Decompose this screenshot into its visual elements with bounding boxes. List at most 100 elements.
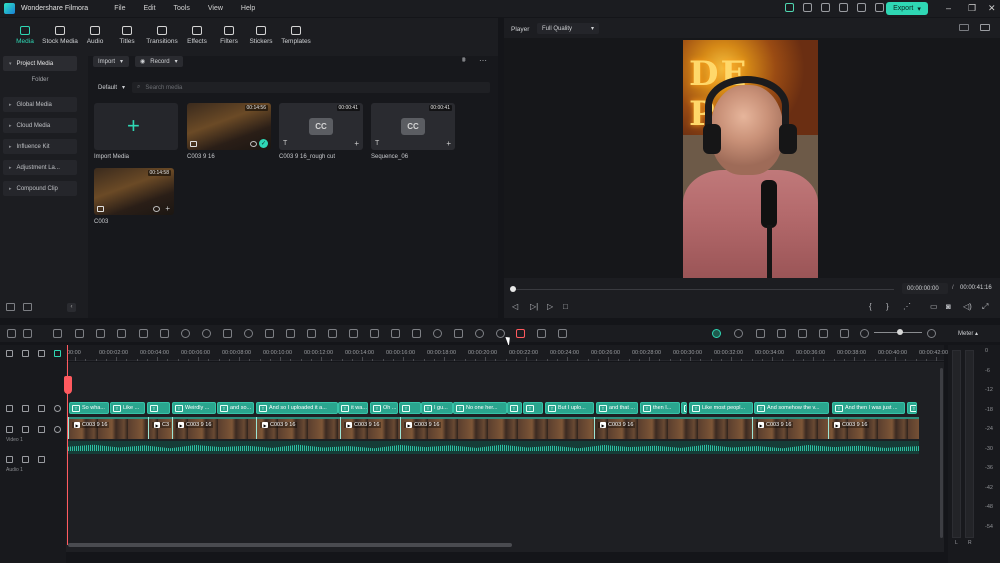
record-dropdown[interactable]: ◉ Record ▾ xyxy=(135,56,183,67)
ai-edit-icon[interactable] xyxy=(496,329,505,338)
ai-voice-icon[interactable] xyxy=(840,329,849,338)
speaker-icon[interactable] xyxy=(38,405,45,412)
video-clip[interactable]: ▶ C003 9 16 xyxy=(752,417,828,439)
title-clip[interactable]: T xyxy=(523,402,543,414)
sidebar-item-cloud-media[interactable]: ▸ Cloud Media xyxy=(3,118,77,133)
video-clip[interactable]: ▶ C003 9 16 xyxy=(256,417,340,439)
play-icon[interactable]: ▷ xyxy=(547,302,553,311)
stop-icon[interactable]: □ xyxy=(563,302,568,311)
title-clip[interactable]: Tand that ... xyxy=(596,402,638,414)
tab-stock-media[interactable]: Stock Media xyxy=(42,18,78,52)
add-track-icon[interactable] xyxy=(6,350,13,357)
render-preview-icon[interactable]: ⋰ xyxy=(903,302,911,311)
auto-ripple-icon[interactable] xyxy=(712,329,721,338)
zoom-out-icon[interactable] xyxy=(860,329,869,338)
media-card-c003-9-16[interactable]: 00:14:56 ✓ C003 9 16 xyxy=(187,103,271,160)
share-icon[interactable] xyxy=(821,3,830,12)
cloud-icon[interactable] xyxy=(875,3,884,12)
audio-track-strip[interactable] xyxy=(68,441,919,454)
title-clip[interactable]: Tthen I... xyxy=(640,402,680,414)
group-icon[interactable] xyxy=(537,329,546,338)
timeline-tracks[interactable] xyxy=(66,362,944,552)
video-clip[interactable]: ▶ C003 9 16 xyxy=(828,417,919,439)
add-to-timeline-icon[interactable]: + xyxy=(354,139,359,148)
zoom-slider-knob[interactable] xyxy=(897,329,903,335)
link-icon[interactable] xyxy=(558,329,567,338)
video-clip[interactable]: ▶ C003 9 16 xyxy=(340,417,400,439)
volume-icon[interactable]: ◁) xyxy=(963,302,972,311)
close-icon[interactable]: ✕ xyxy=(988,3,996,14)
ai-cutout-icon[interactable] xyxy=(412,329,421,338)
more-icon[interactable]: ⋯ xyxy=(479,56,487,65)
quality-dropdown[interactable]: Full Quality ▾ xyxy=(537,23,599,34)
tab-filters[interactable]: Filters xyxy=(214,18,244,52)
tab-templates[interactable]: Templates xyxy=(278,18,314,52)
horizontal-scrollbar[interactable] xyxy=(68,543,512,547)
freeze-frame-icon[interactable] xyxy=(328,329,337,338)
lightbulb-icon[interactable] xyxy=(803,3,812,12)
video-clip[interactable]: ▶ C003 9 16 xyxy=(400,417,594,439)
new-folder-icon[interactable] xyxy=(6,303,15,311)
media-card-sequence-06[interactable]: 00:00:41 CC T + Sequence_06 xyxy=(371,103,455,160)
minimize-icon[interactable]: – xyxy=(946,3,951,13)
restore-icon[interactable]: ❐ xyxy=(968,3,976,14)
sidebar-item-influence-kit[interactable]: ▸ Influence Kit xyxy=(3,139,77,154)
title-clip[interactable]: T No one her... xyxy=(453,402,507,414)
effects-icon[interactable] xyxy=(265,329,274,338)
title-clip[interactable]: T Oh ... xyxy=(370,402,398,414)
mask-icon[interactable] xyxy=(370,329,379,338)
snapshot-layout-icon[interactable] xyxy=(959,24,969,31)
video-clip[interactable]: ▶ C003 9 16 xyxy=(594,417,752,439)
split-scissors-icon[interactable] xyxy=(117,329,126,338)
folder-icon[interactable] xyxy=(23,303,32,311)
undo-icon[interactable] xyxy=(53,329,62,338)
display-icon[interactable]: ▭ xyxy=(930,302,938,311)
picture-in-picture-icon[interactable] xyxy=(819,329,828,338)
title-clip[interactable]: T And somehow the v... xyxy=(754,402,829,414)
video-clip[interactable]: ▶ C003 9 16 xyxy=(172,417,256,439)
title-clip[interactable]: T And so I uploaded it a... xyxy=(256,402,338,414)
gift-icon[interactable] xyxy=(785,3,794,12)
download-icon[interactable] xyxy=(857,3,866,12)
vertical-scrollbar[interactable] xyxy=(940,368,943,538)
tab-titles[interactable]: Titles xyxy=(112,18,142,52)
monitor-icon[interactable] xyxy=(839,3,848,12)
select-tool-icon[interactable] xyxy=(23,329,32,338)
video-clip[interactable]: ▶ C3 xyxy=(148,417,172,439)
title-clip[interactable]: T xyxy=(399,402,421,414)
mark-in-icon[interactable]: { xyxy=(869,302,872,311)
playhead-line[interactable] xyxy=(67,345,68,545)
lock-icon[interactable] xyxy=(22,426,29,433)
scrubber-knob[interactable] xyxy=(510,286,516,292)
meter-dropdown[interactable]: Meter ▴ xyxy=(958,330,978,337)
step-back-icon[interactable]: ▷| xyxy=(530,302,538,311)
tab-media[interactable]: Media xyxy=(10,18,40,52)
snap-icon[interactable] xyxy=(54,350,61,357)
sort-dropdown[interactable]: Default ▾ xyxy=(93,82,127,93)
crop-zoom-icon[interactable] xyxy=(454,329,463,338)
tab-audio[interactable]: Audio xyxy=(80,18,110,52)
title-clip[interactable]: T xyxy=(507,402,522,414)
eye-icon[interactable] xyxy=(54,426,61,433)
title-clip[interactable]: T So wha... xyxy=(69,402,109,414)
title-clip[interactable]: T xyxy=(681,402,687,414)
export-button[interactable]: Export ▾ xyxy=(886,2,928,15)
layout-icon[interactable] xyxy=(7,329,16,338)
tab-transitions[interactable]: Transitions xyxy=(144,18,180,52)
video-clip[interactable]: ▶ C003 9 16 xyxy=(68,417,148,439)
filter-icon[interactable]: ⩩ xyxy=(462,57,466,65)
tab-stickers[interactable]: Stickers xyxy=(246,18,276,52)
color-icon[interactable] xyxy=(202,329,211,338)
import-thumb[interactable]: + xyxy=(94,103,178,150)
audio-mix-icon[interactable] xyxy=(798,329,807,338)
title-clip[interactable]: TI gu... xyxy=(421,402,453,414)
previous-frame-icon[interactable]: ◁ xyxy=(512,302,518,311)
timer-icon[interactable] xyxy=(244,329,253,338)
title-clip[interactable]: T Weirdly ... xyxy=(172,402,216,414)
title-clip[interactable]: T Like most peopl... xyxy=(689,402,753,414)
media-card-rough-cut[interactable]: 00:00:41 CC T + C003 9 16_rough cut xyxy=(279,103,363,160)
media-card-c003[interactable]: 00:14:58 + C003 xyxy=(94,168,178,225)
sidebar-folder[interactable]: Folder xyxy=(3,77,77,89)
tab-effects[interactable]: Effects xyxy=(182,18,212,52)
zoom-in-icon[interactable] xyxy=(927,329,936,338)
